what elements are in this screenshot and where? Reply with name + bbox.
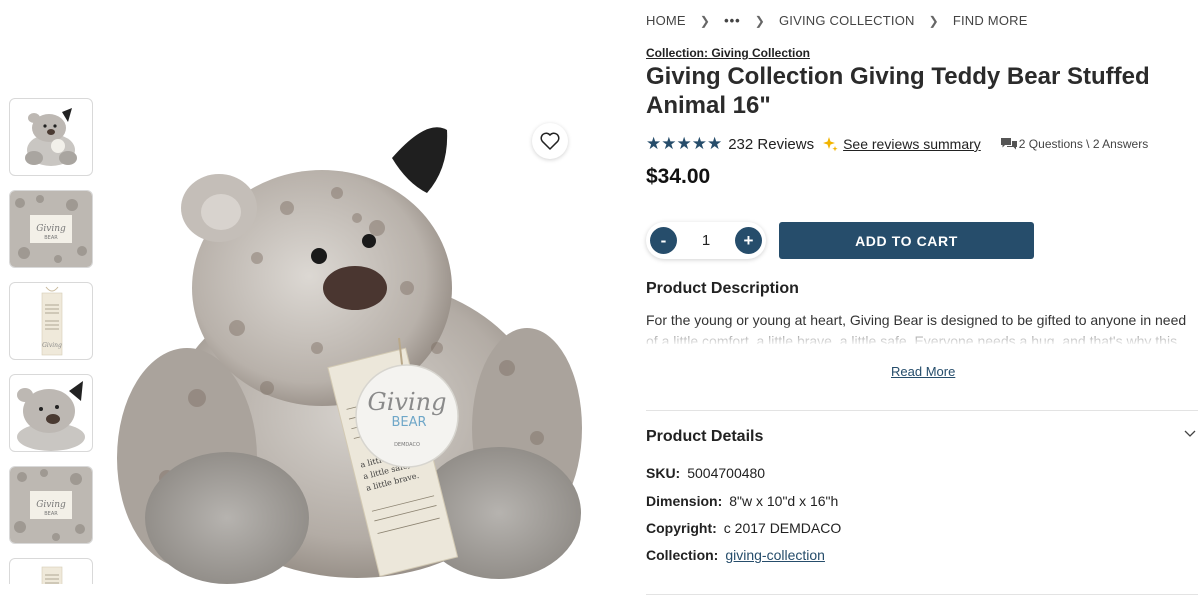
thumbnail-card-image-2 — [41, 566, 63, 584]
sku-value: 5004700480 — [687, 465, 766, 481]
breadcrumb-current[interactable]: FIND MORE — [953, 13, 1028, 28]
copyright-value: c 2017 DEMDACO — [723, 520, 842, 536]
chevron-right-icon: ❯ — [928, 13, 939, 28]
detail-copyright: Copyright: c 2017 DEMDACO — [646, 520, 841, 536]
thumbnail-1[interactable] — [9, 98, 93, 176]
thumbnail-fur-tag-image: Giving BEAR — [10, 191, 92, 267]
product-details-heading[interactable]: Product Details — [646, 428, 763, 446]
heart-icon — [540, 132, 560, 150]
thumbnail-card-image: Giving — [41, 286, 63, 356]
teddy-bear-illustration: a little comfort, a little safe, a littl… — [117, 127, 582, 584]
quantity-decrease-button[interactable]: - — [650, 227, 677, 254]
rating-row: ★★★★★ 232 Reviews See reviews summary 2 … — [646, 134, 1148, 154]
detail-collection: Collection: giving-collection — [646, 547, 825, 563]
sparkle-icon — [823, 137, 838, 152]
questions-answers-link[interactable]: 2 Questions \ 2 Answers — [1019, 137, 1148, 151]
wishlist-button[interactable] — [532, 123, 568, 159]
reviews-summary-link[interactable]: See reviews summary — [843, 136, 981, 152]
chat-bubbles-icon — [1000, 138, 1017, 150]
thumbnail-bear-face-image — [17, 381, 85, 451]
rating-stars[interactable]: ★★★★★ — [646, 134, 722, 154]
detail-sku: SKU: 5004700480 — [646, 465, 765, 481]
chevron-down-icon[interactable] — [1184, 430, 1196, 438]
breadcrumb-home[interactable]: HOME — [646, 13, 686, 28]
thumbnail-2[interactable]: Giving BEAR — [9, 190, 93, 268]
thumbnail-5[interactable]: Giving BEAR — [9, 466, 93, 544]
quantity-increase-button[interactable]: + — [735, 227, 762, 254]
svg-text:Giving: Giving — [42, 342, 62, 349]
dimension-value: 8"w x 10"d x 16"h — [729, 493, 839, 509]
breadcrumb-ellipsis[interactable]: ••• — [724, 13, 741, 28]
tag-title: Giving — [368, 388, 447, 416]
chevron-right-icon: ❯ — [754, 13, 765, 28]
collection-link[interactable]: Collection: Giving Collection — [646, 46, 810, 60]
divider — [646, 594, 1198, 595]
breadcrumb-collection[interactable]: GIVING COLLECTION — [779, 13, 915, 28]
copyright-label: Copyright: — [646, 520, 717, 536]
description-fade — [646, 326, 1194, 346]
collection-value-link[interactable]: giving-collection — [725, 547, 825, 563]
svg-text:BEAR: BEAR — [44, 235, 58, 241]
thumbnail-4[interactable] — [9, 374, 93, 452]
quantity-input[interactable] — [686, 232, 726, 249]
thumbnail-fur-tag-image-2: Giving BEAR — [10, 467, 92, 543]
read-more-link[interactable]: Read More — [891, 364, 955, 379]
reviews-count[interactable]: 232 Reviews — [728, 136, 814, 153]
product-title: Giving Collection Giving Teddy Bear Stuf… — [646, 63, 1150, 119]
chevron-right-icon: ❯ — [699, 13, 711, 28]
add-to-cart-button[interactable]: ADD TO CART — [779, 222, 1034, 259]
detail-dimension: Dimension: 8"w x 10"d x 16"h — [646, 493, 838, 509]
main-product-image: a little comfort, a little safe, a littl… — [107, 98, 594, 584]
svg-text:BEAR: BEAR — [44, 511, 58, 517]
collection-label: Collection: — [646, 547, 719, 563]
thumbnail-3[interactable]: Giving — [9, 282, 93, 360]
sku-label: SKU: — [646, 465, 681, 481]
dimension-label: Dimension: — [646, 493, 723, 509]
thumbnail-6[interactable] — [9, 558, 93, 584]
divider — [646, 410, 1198, 411]
breadcrumb: HOME ❯ ••• ❯ GIVING COLLECTION ❯ FIND MO… — [646, 13, 1028, 28]
quantity-stepper: - + — [646, 222, 766, 259]
thumbnail-list: Giving BEAR Giving Giving BEAR — [9, 98, 93, 584]
product-price: $34.00 — [646, 165, 711, 188]
svg-text:Giving: Giving — [36, 224, 66, 234]
svg-text:Giving: Giving — [36, 500, 66, 510]
tag-subtitle: BEAR — [391, 415, 426, 430]
thumbnail-bear-image — [25, 108, 77, 166]
product-description-heading: Product Description — [646, 280, 799, 297]
tag-brand: DEMDACO — [394, 442, 420, 448]
